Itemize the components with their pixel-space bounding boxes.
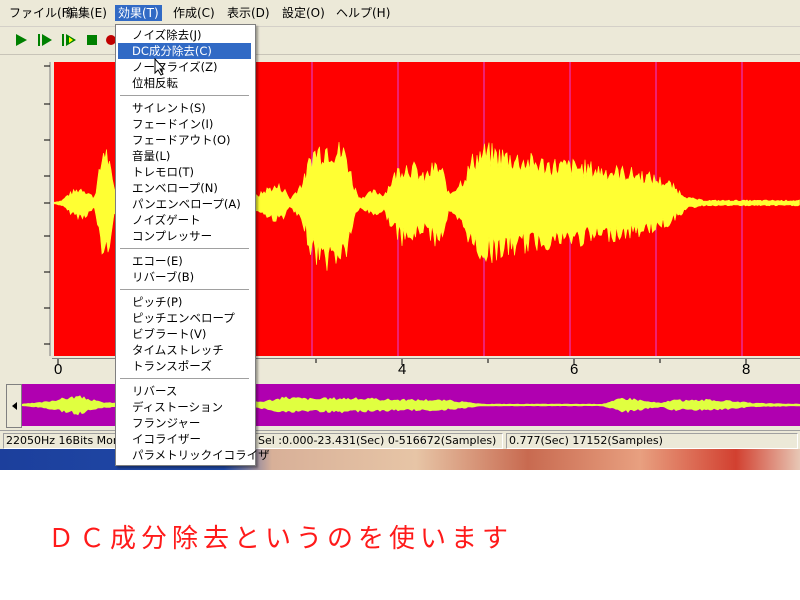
menu-settings[interactable]: 設定(O) xyxy=(279,5,328,21)
time-tick-label: 4 xyxy=(398,361,407,378)
menu-help[interactable]: ヘルプ(H) xyxy=(333,5,393,21)
scroll-left-button[interactable] xyxy=(6,384,22,428)
effects-menu: ノイズ除去(J) DC成分除去(C) ノーマライズ(Z) 位相反転 サイレント(… xyxy=(115,24,270,466)
menu-separator xyxy=(120,248,249,250)
menu-item-dc-offset-removal[interactable]: DC成分除去(C) xyxy=(118,43,251,59)
play-icon[interactable] xyxy=(12,31,30,49)
menu-item-echo[interactable]: エコー(E) xyxy=(118,253,251,269)
menu-item-parametric-equalizer[interactable]: パラメトリックイコライザ xyxy=(118,447,270,463)
time-tick-label: 8 xyxy=(742,361,751,378)
menu-item-time-stretch[interactable]: タイムストレッチ xyxy=(118,342,251,358)
menu-effects[interactable]: 効果(T) xyxy=(115,5,162,21)
menu-view[interactable]: 表示(D) xyxy=(224,5,273,21)
menu-item-volume[interactable]: 音量(L) xyxy=(118,148,251,164)
status-selection: Sel :0.000-23.431(Sec) 0-516672(Samples) xyxy=(255,433,503,449)
menu-edit[interactable]: 編集(E) xyxy=(63,5,110,21)
menu-bar: ファイル(F) 編集(E) 効果(T) 作成(C) 表示(D) 設定(O) ヘル… xyxy=(0,0,800,27)
menu-item-silence[interactable]: サイレント(S) xyxy=(118,100,251,116)
menu-item-flanger[interactable]: フランジャー xyxy=(118,415,251,431)
menu-create[interactable]: 作成(C) xyxy=(170,5,218,21)
time-tick-label: 0 xyxy=(54,361,63,378)
menu-item-noise-removal[interactable]: ノイズ除去(J) xyxy=(118,27,251,43)
menu-item-equalizer[interactable]: イコライザー xyxy=(118,431,251,447)
menu-item-compressor[interactable]: コンプレッサー xyxy=(118,228,251,244)
caption-text: ＤＣ成分除去というのを使います xyxy=(48,524,514,554)
status-position: 0.777(Sec) 17152(Samples) xyxy=(506,433,798,449)
play-loop-icon[interactable] xyxy=(60,31,78,49)
menu-item-fade-out[interactable]: フェードアウト(O) xyxy=(118,132,251,148)
menu-item-phase-invert[interactable]: 位相反転 xyxy=(118,75,251,91)
mouse-cursor-icon xyxy=(154,57,166,80)
amplitude-ruler xyxy=(0,56,52,356)
status-format: 22050Hz 16Bits Mono xyxy=(3,433,121,449)
menu-separator xyxy=(120,289,249,291)
stop-icon[interactable] xyxy=(83,31,101,49)
menu-item-distortion[interactable]: ディストーション xyxy=(118,399,251,415)
menu-separator xyxy=(120,378,249,380)
menu-item-transpose[interactable]: トランスポーズ xyxy=(118,358,251,374)
menu-item-noise-gate[interactable]: ノイズゲート xyxy=(118,212,251,228)
menu-item-reverb[interactable]: リバーブ(B) xyxy=(118,269,251,285)
amplitude-ruler-ticks xyxy=(44,62,51,356)
menu-item-envelope[interactable]: エンベロープ(N) xyxy=(118,180,251,196)
arrow-left-icon xyxy=(12,402,17,410)
menu-item-fade-in[interactable]: フェードイン(I) xyxy=(118,116,251,132)
menu-item-pitch[interactable]: ピッチ(P) xyxy=(118,294,251,310)
time-tick-label: 6 xyxy=(570,361,579,378)
menu-item-pan-envelope[interactable]: パンエンベロープ(A) xyxy=(118,196,251,212)
menu-item-tremolo[interactable]: トレモロ(T) xyxy=(118,164,251,180)
menu-item-pitch-envelope[interactable]: ピッチエンベロープ xyxy=(118,310,251,326)
menu-item-normalize[interactable]: ノーマライズ(Z) xyxy=(118,59,251,75)
menu-item-vibrato[interactable]: ビブラート(V) xyxy=(118,326,251,342)
menu-separator xyxy=(120,95,249,97)
menu-item-reverse[interactable]: リバース xyxy=(118,383,251,399)
play-selection-icon[interactable] xyxy=(36,31,54,49)
